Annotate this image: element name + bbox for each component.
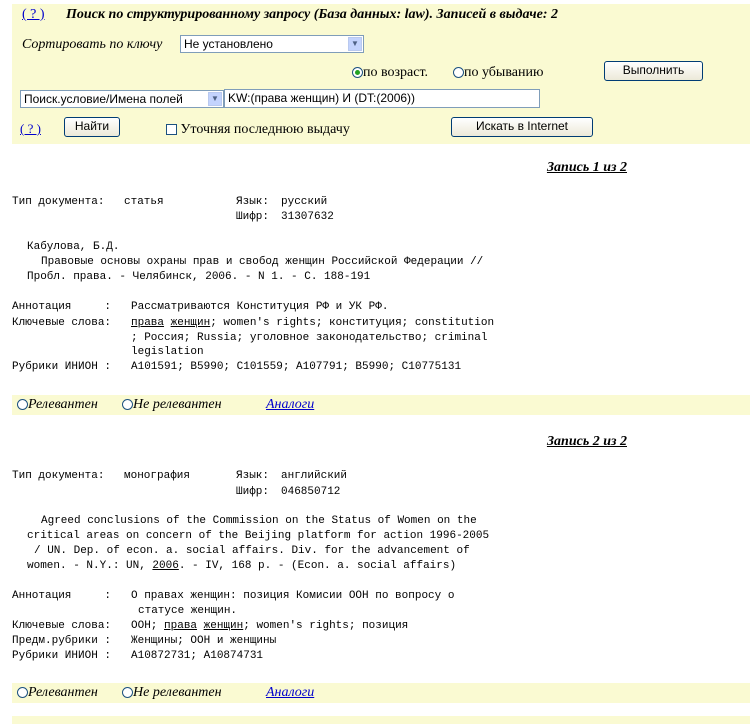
sort-key-value: Не установлено [184,37,273,51]
title-text-end: . - IV, 168 p. - (Econ. a. social affair… [178,560,457,572]
record-2-not-relevant-option[interactable]: Не релевантен [122,685,222,701]
execute-button[interactable]: Выполнить [604,61,703,81]
radio-not-relevant[interactable] [122,687,133,699]
record-2-relevance-bar: Релевантен Не релевантен Аналоги [12,683,750,703]
record-1-rubrics: A101591; B5990; C101559; A107791; B5990;… [131,361,462,373]
radio-relevant[interactable] [17,687,28,699]
keyword-link-rights[interactable]: права [164,620,197,632]
record-2-relevant-option[interactable]: Релевантен [17,685,98,701]
keyword-link-rights[interactable]: права [131,317,164,329]
help-link-top[interactable]: ( ? ) [22,7,45,22]
chevron-down-icon[interactable]: ▼ [208,92,222,106]
record-2-title-1: Agreed conclusions of the Commission on … [41,515,477,527]
sort-key-select[interactable]: Не установлено ▼ [180,35,364,53]
find-button[interactable]: Найти [64,117,120,137]
search-field-select[interactable]: Поиск.условие/Имена полей ▼ [20,90,224,108]
record-2-code: 046850712 [281,486,341,498]
relevant-label: Релевантен [28,397,98,412]
record-2-subject: Женщины; ООН и женщины [131,635,277,647]
refine-checkbox[interactable] [166,124,177,136]
record-2-rubrics: A10872731; A10874731 [131,650,264,662]
record-1-title-1: Правовые основы охраны прав и свобод жен… [41,256,484,268]
page-title: Поиск по структурированному запросу (Баз… [66,7,558,22]
chevron-down-icon[interactable]: ▼ [348,37,362,51]
record-1-keywords-3: legislation [131,346,204,358]
record-2-title-2: critical areas on concern of the Beijing… [27,530,490,542]
record-2-keywords: ООН; права женщин; women's rights; позиц… [131,619,408,634]
radio-not-relevant[interactable] [122,399,133,411]
relevant-label: Релевантен [28,685,98,700]
sort-asc-option[interactable]: по возраст. [352,65,428,81]
record-1-lang-label: Язык: [236,196,270,208]
sort-desc-label: по убыванию [464,65,544,80]
record-1-doc-type: статья [124,196,164,208]
record-1-relevance-bar: Релевантен Не релевантен Аналоги [12,395,750,415]
search-header: ( ? ) Поиск по структурированному запрос… [22,7,558,23]
record-1-annotation-label: Аннотация : [12,301,112,313]
record-1-heading: Запись 1 из 2 [546,160,627,175]
record-2-annotation-2: статусе женщин. [138,605,238,617]
radio-desc[interactable] [453,67,464,79]
record-2-analogs-link[interactable]: Аналоги [266,685,314,701]
record-1-keywords: права женщин; women's rights; конституци… [131,316,494,331]
record-2-doc-type-label: Тип документа: [12,470,105,482]
record-2-heading: Запись 2 из 2 [546,434,627,449]
keywords-pre: ООН; [131,620,165,632]
record-2-title-4: women. - N.Y.: UN, 2006. - IV, 168 p. - … [27,559,456,574]
title-text: women. - N.Y.: UN, [27,560,153,572]
record-2-lang-label: Язык: [236,470,270,482]
year-link[interactable]: 2006 [152,560,178,572]
record-2-code-label: Шифр: [236,486,270,498]
record-1-not-relevant-option[interactable]: Не релевантен [122,397,222,413]
internet-search-button[interactable]: Искать в Internet [451,117,593,137]
record-1-rubrics-label: Рубрики ИНИОН : [12,361,112,373]
record-2-rubrics-label: Рубрики ИНИОН : [12,650,112,662]
sort-desc-option[interactable]: по убыванию [453,65,543,81]
sort-label: Сортировать по ключу [22,37,163,52]
radio-asc[interactable] [352,67,363,79]
record-1-code: 31307632 [281,211,334,223]
search-field-value: Поиск.условие/Имена полей [24,92,183,106]
refine-option[interactable]: Уточняя последнюю выдачу [166,122,350,138]
record-2-doc-type: монография [124,470,191,482]
record-1-title-2: Пробл. права. - Челябинск, 2006. - N 1. … [27,271,371,283]
record-1-keywords-label: Ключевые слова: [12,317,112,329]
sort-asc-label: по возраст. [363,65,429,80]
help-link-bottom[interactable]: ( ? ) [20,121,41,137]
record-1-annotation: Рассматриваются Конституция РФ и УК РФ. [131,301,389,313]
keyword-link-women[interactable]: женщин [171,317,211,329]
record-2-subject-label: Предм.рубрики : [12,635,112,647]
keywords-rest: ; women's rights; позиция [243,620,409,632]
record-2-annotation-label: Аннотация : [12,590,112,602]
not-relevant-label: Не релевантен [133,397,222,412]
record-2-lang: английский [281,470,348,482]
record-1-doc-type-label: Тип документа: [12,196,105,208]
query-input[interactable]: KW:(права женщин) И (DT:(2006)) [224,89,540,108]
record-1-keywords-2: ; Россия; Russia; уголовное законодатель… [131,332,488,344]
refine-label: Уточняя последнюю выдачу [180,122,350,137]
record-2-keywords-label: Ключевые слова: [12,620,112,632]
radio-relevant[interactable] [17,399,28,411]
keyword-link-women[interactable]: женщин [204,620,244,632]
record-2-title-3: / UN. Dep. of econ. a. social affairs. D… [34,545,470,557]
not-relevant-label: Не релевантен [133,685,222,700]
record-1-author: Кабулова, Б.Д. [27,241,120,253]
record-2-annotation-1: О правах женщин: позиция Комисии ООН по … [131,590,455,602]
record-1-relevant-option[interactable]: Релевантен [17,397,98,413]
record-1-code-label: Шифр: [236,211,270,223]
bottom-band [12,716,750,724]
record-1-lang: русский [281,196,328,208]
record-1-analogs-link[interactable]: Аналоги [266,397,314,413]
keywords-rest: ; women's rights; конституция; constitut… [210,317,495,329]
